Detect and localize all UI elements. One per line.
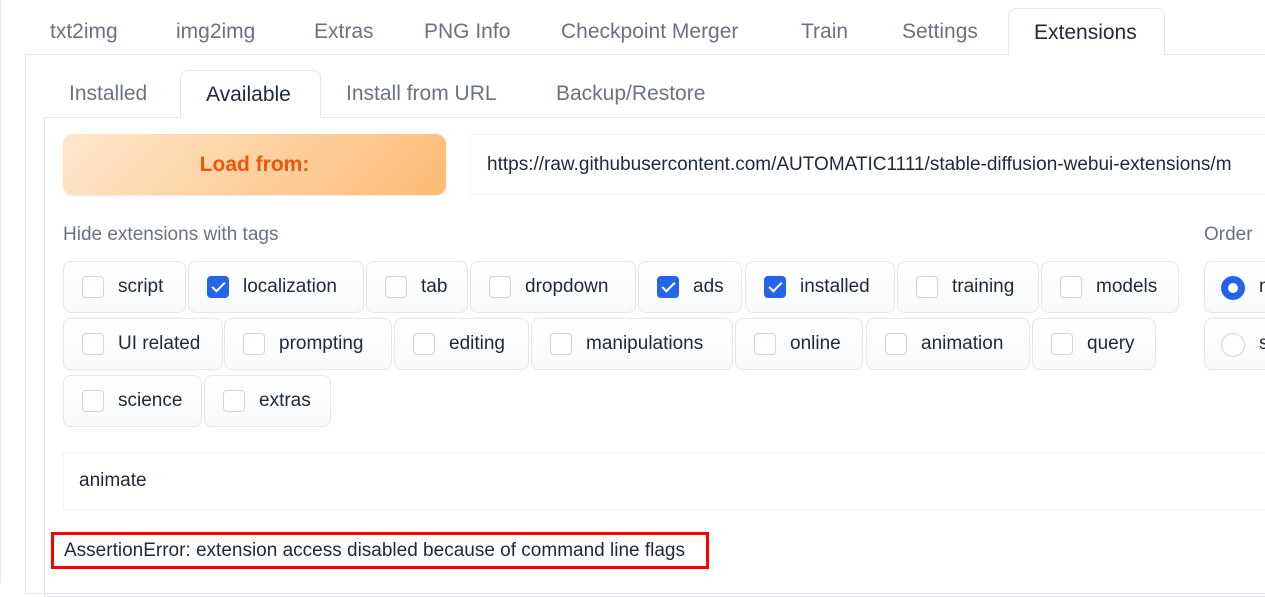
tag-ui-related-checkbox[interactable]: UI related	[63, 318, 223, 370]
tab-png-info[interactable]: PNG Info	[399, 8, 535, 55]
tag-models-checkbox[interactable]: models	[1041, 261, 1179, 313]
tab-extensions[interactable]: Extensions	[1008, 8, 1165, 55]
tab-extras[interactable]: Extras	[289, 8, 399, 55]
tag-label: models	[1096, 276, 1158, 297]
tag-ads-checkbox[interactable]: ads	[638, 261, 742, 313]
checkbox-unchecked[interactable]	[885, 333, 907, 355]
checkbox-unchecked[interactable]	[82, 333, 104, 355]
checkbox-unchecked[interactable]	[243, 333, 265, 355]
tag-label: science	[118, 390, 183, 411]
tag-online-checkbox[interactable]: online	[735, 318, 863, 370]
tag-label: manipulations	[586, 333, 704, 354]
tag-label: dropdown	[525, 276, 609, 297]
tab-installed[interactable]: Installed	[44, 70, 172, 117]
checkbox-checked[interactable]	[764, 276, 786, 298]
tag-label: editing	[449, 333, 505, 354]
tab-txt2img[interactable]: txt2img	[25, 8, 143, 55]
tag-dropdown-checkbox[interactable]: dropdown	[470, 261, 636, 313]
tag-label: prompting	[279, 333, 364, 354]
checkbox-unchecked[interactable]	[82, 390, 104, 412]
tag-label: online	[790, 333, 841, 354]
tab-img2img[interactable]: img2img	[151, 8, 280, 55]
tag-localization-checkbox[interactable]: localization	[188, 261, 364, 313]
tag-animation-checkbox[interactable]: animation	[866, 318, 1030, 370]
error-message: AssertionError: extension access disable…	[51, 532, 709, 569]
checkbox-unchecked[interactable]	[1051, 333, 1073, 355]
tag-science-checkbox[interactable]: science	[63, 375, 202, 427]
tag-installed-checkbox[interactable]: installed	[745, 261, 895, 313]
tag-label: tab	[421, 276, 448, 297]
extension-index-url-input[interactable]: https://raw.githubusercontent.com/AUTOMA…	[470, 134, 1265, 195]
tag-label: animation	[921, 333, 1004, 354]
tag-label: script	[118, 276, 164, 297]
order-label: Order	[1204, 224, 1253, 245]
radio-unselected[interactable]	[1221, 333, 1245, 357]
checkbox-unchecked[interactable]	[385, 276, 407, 298]
tag-label: training	[952, 276, 1015, 297]
tag-label: ads	[693, 276, 724, 297]
load-from-button[interactable]: Load from:	[63, 134, 446, 195]
divider	[0, 0, 1, 583]
checkbox-unchecked[interactable]	[82, 276, 104, 298]
tag-label: UI related	[118, 333, 201, 354]
checkbox-unchecked[interactable]	[754, 333, 776, 355]
tab-install-from-url[interactable]: Install from URL	[321, 70, 522, 117]
tab-checkpoint-merger[interactable]: Checkpoint Merger	[536, 8, 763, 55]
tag-training-checkbox[interactable]: training	[897, 261, 1039, 313]
tag-manipulations-checkbox[interactable]: manipulations	[531, 318, 733, 370]
tag-label: installed	[800, 276, 870, 297]
main-tabs: txt2img img2img Extras PNG Info Checkpoi…	[25, 0, 1265, 55]
tag-script-checkbox[interactable]: script	[63, 261, 186, 313]
tag-extras-checkbox[interactable]: extras	[204, 375, 331, 427]
checkbox-checked[interactable]	[207, 276, 229, 298]
checkbox-unchecked[interactable]	[223, 390, 245, 412]
radio-selected[interactable]	[1221, 276, 1245, 300]
checkbox-unchecked[interactable]	[550, 333, 572, 355]
tag-label: extras	[259, 390, 311, 411]
tag-query-checkbox[interactable]: query	[1032, 318, 1156, 370]
tag-editing-checkbox[interactable]: editing	[394, 318, 529, 370]
tag-prompting-checkbox[interactable]: prompting	[224, 318, 392, 370]
extension-search-input[interactable]: animate	[63, 452, 1265, 510]
tab-train[interactable]: Train	[776, 8, 873, 55]
tab-backup-restore[interactable]: Backup/Restore	[531, 70, 730, 117]
sub-tabs: Installed Available Install from URL Bac…	[44, 70, 1265, 118]
tab-settings[interactable]: Settings	[877, 8, 1003, 55]
hide-tags-label: Hide extensions with tags	[63, 224, 279, 245]
checkbox-unchecked[interactable]	[413, 333, 435, 355]
checkbox-unchecked[interactable]	[489, 276, 511, 298]
order-option[interactable]: n	[1204, 261, 1265, 313]
checkbox-unchecked[interactable]	[1060, 276, 1082, 298]
tab-available[interactable]: Available	[180, 70, 321, 118]
checkbox-checked[interactable]	[657, 276, 679, 298]
checkbox-unchecked[interactable]	[916, 276, 938, 298]
tag-label: localization	[243, 276, 337, 297]
tag-tab-checkbox[interactable]: tab	[366, 261, 468, 313]
tag-label: query	[1087, 333, 1135, 354]
order-option[interactable]: s	[1204, 318, 1265, 370]
